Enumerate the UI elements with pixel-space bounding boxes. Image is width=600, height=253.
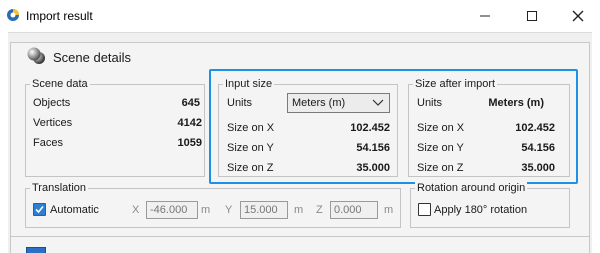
y-unit-label: m [294, 204, 304, 216]
scene-details-title: Scene details [53, 50, 132, 65]
next-panel [10, 236, 590, 253]
vertices-value: 4142 [177, 117, 202, 129]
minimize-button[interactable] [462, 0, 508, 32]
app-icon [7, 9, 19, 21]
minimize-icon [480, 15, 490, 17]
vertices-label: Vertices [33, 117, 73, 129]
faces-label: Faces [33, 137, 63, 149]
maximize-icon [527, 11, 537, 21]
scene-data-title: Scene data [30, 77, 90, 91]
objects-value: 645 [181, 97, 200, 109]
rotation-title: Rotation around origin [415, 181, 528, 195]
z-unit-label: m [384, 204, 394, 216]
x-unit-label: m [201, 204, 211, 216]
z-axis-label: Z [316, 204, 323, 216]
next-section-icon [26, 247, 46, 253]
x-translation-field[interactable]: -46.000 [146, 201, 198, 219]
translation-title: Translation [30, 181, 89, 195]
check-icon [35, 205, 44, 214]
z-translation-field[interactable]: 0.000 [330, 201, 378, 219]
maximize-button[interactable] [509, 0, 555, 32]
apply-rotation-checkbox[interactable] [418, 203, 431, 216]
y-translation-field[interactable]: 15.000 [240, 201, 288, 219]
apply-rotation-label: Apply 180° rotation [434, 204, 528, 216]
automatic-checkbox[interactable] [33, 203, 46, 216]
close-icon [572, 10, 584, 22]
scene-spheres-icon [27, 47, 45, 64]
highlight-outline [209, 69, 578, 184]
objects-label: Objects [33, 97, 71, 109]
close-button[interactable] [555, 0, 600, 32]
y-axis-label: Y [225, 204, 233, 216]
faces-value: 1059 [177, 137, 202, 149]
window-title: Import result [26, 9, 93, 23]
title-bar: Import result [0, 0, 600, 32]
automatic-label: Automatic [50, 204, 99, 216]
x-axis-label: X [132, 204, 140, 216]
